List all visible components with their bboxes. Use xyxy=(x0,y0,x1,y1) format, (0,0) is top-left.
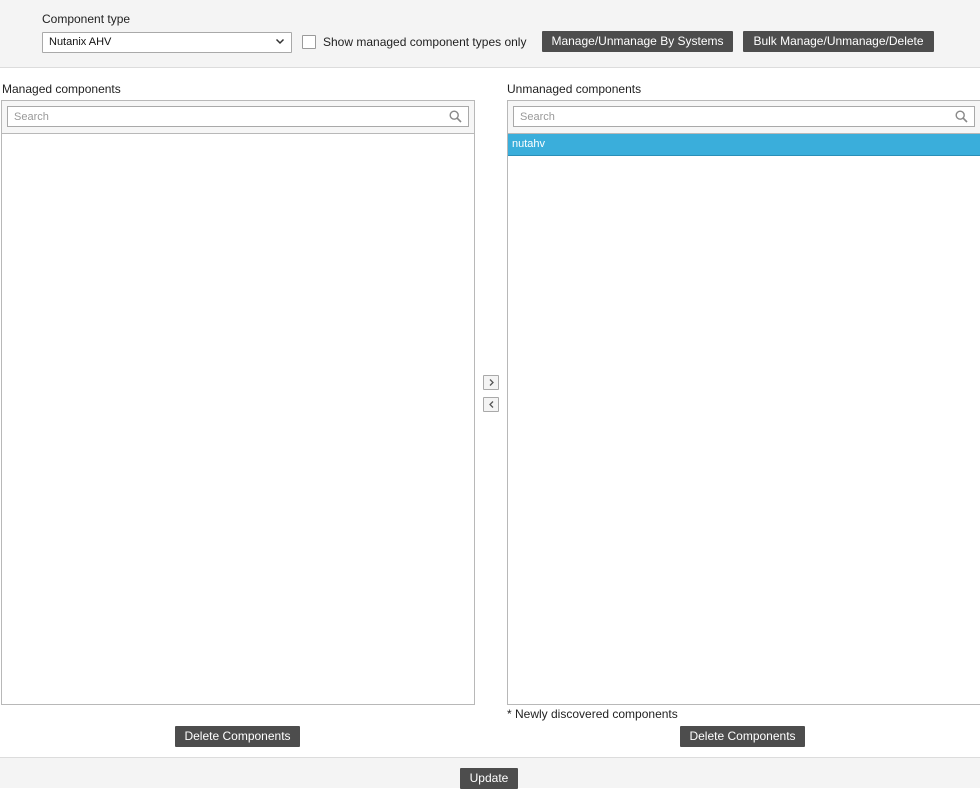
component-type-label: Component type xyxy=(42,12,131,26)
unmanaged-components-title: Unmanaged components xyxy=(507,82,642,96)
newly-discovered-footnote: * Newly discovered components xyxy=(507,707,678,721)
bulk-manage-button[interactable]: Bulk Manage/Unmanage/Delete xyxy=(743,31,934,52)
unmanaged-search-placeholder: Search xyxy=(520,111,555,123)
move-to-managed-button[interactable] xyxy=(483,397,499,412)
unmanaged-components-list[interactable]: Search nutahv xyxy=(507,100,980,705)
manage-by-systems-button[interactable]: Manage/Unmanage By Systems xyxy=(542,31,733,52)
search-icon xyxy=(955,110,968,123)
component-type-value: Nutanix AHV xyxy=(49,36,112,48)
move-to-unmanaged-button[interactable] xyxy=(483,375,499,390)
managed-search-bar: Search xyxy=(2,101,474,134)
chevron-down-icon xyxy=(275,36,285,46)
show-managed-checkbox[interactable] xyxy=(302,35,316,49)
show-managed-label: Show managed component types only xyxy=(323,35,527,49)
delete-unmanaged-components-button[interactable]: Delete Components xyxy=(680,726,805,747)
unmanaged-search-bar: Search xyxy=(508,101,980,134)
managed-components-title: Managed components xyxy=(2,82,121,96)
search-icon xyxy=(449,110,462,123)
list-item[interactable]: nutahv xyxy=(508,134,980,156)
update-button[interactable]: Update xyxy=(460,768,518,789)
component-type-select[interactable]: Nutanix AHV xyxy=(42,32,292,53)
unmanaged-search-input[interactable]: Search xyxy=(513,106,975,127)
managed-search-input[interactable]: Search xyxy=(7,106,469,127)
managed-search-placeholder: Search xyxy=(14,111,49,123)
managed-components-list[interactable]: Search xyxy=(1,100,475,705)
delete-managed-components-button[interactable]: Delete Components xyxy=(175,726,300,747)
